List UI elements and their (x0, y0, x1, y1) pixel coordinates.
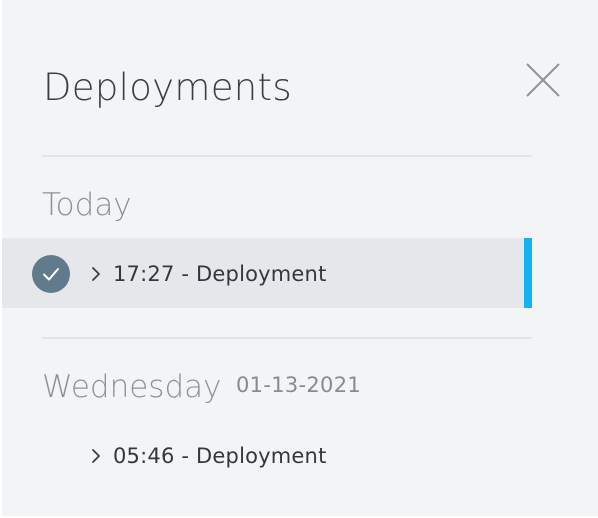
chevron-right-icon[interactable] (90, 266, 102, 282)
group-label-today: Today (42, 187, 132, 223)
deployment-label: 05:46 - Deployment (113, 444, 327, 468)
deployments-panel: Deployments Today 17:27 - Deployment Wed… (2, 0, 598, 516)
divider (42, 155, 532, 157)
deployment-row[interactable]: 05:46 - Deployment (2, 420, 532, 490)
close-icon (526, 63, 560, 97)
deployment-label: 17:27 - Deployment (113, 262, 327, 286)
divider (42, 337, 532, 339)
selected-indicator (524, 238, 532, 308)
panel-title: Deployments (43, 66, 292, 109)
group-label-wednesday: Wednesday (42, 369, 222, 405)
chevron-right-icon[interactable] (90, 448, 102, 464)
deployment-row[interactable]: 17:27 - Deployment (2, 238, 532, 308)
success-check-icon (32, 255, 70, 293)
group-date: 01-13-2021 (236, 373, 362, 397)
close-button[interactable] (525, 62, 561, 98)
